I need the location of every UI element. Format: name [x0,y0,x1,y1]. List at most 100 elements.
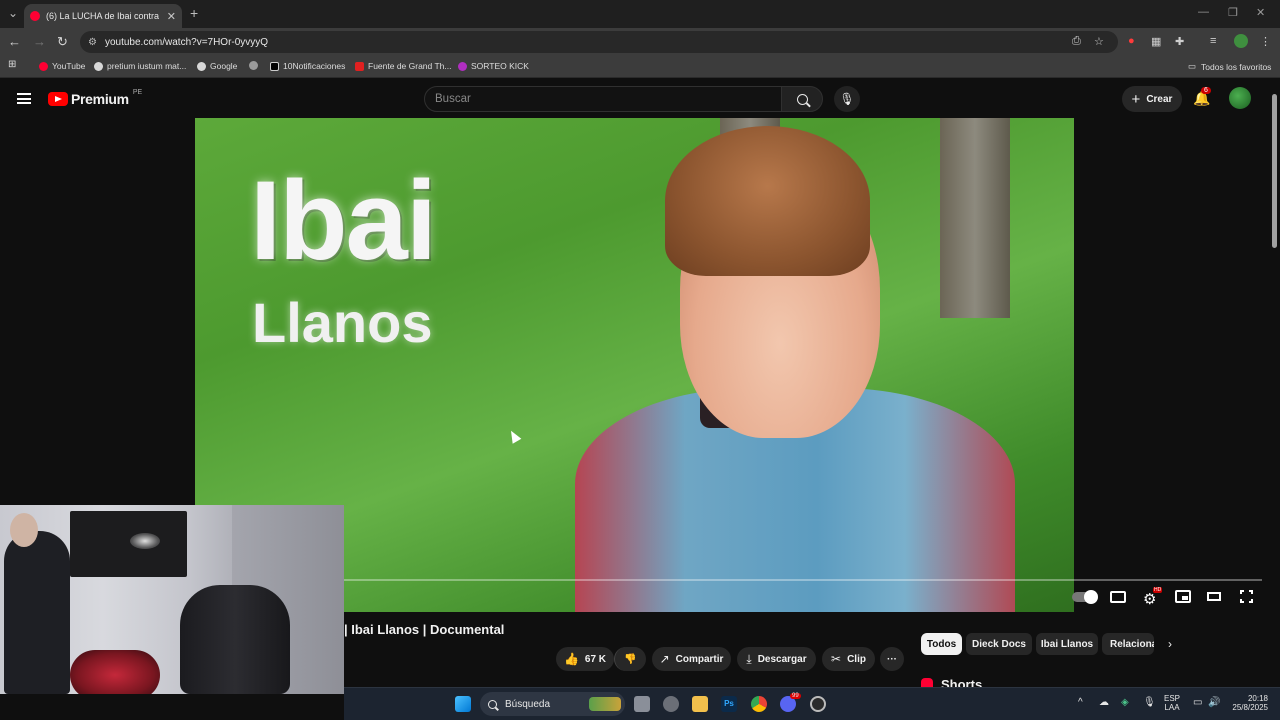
obs-icon[interactable] [810,696,826,712]
chip-todos[interactable]: Todos [921,633,962,655]
onedrive-icon[interactable]: ☁ [1099,697,1109,708]
discord-badge: 99 [790,693,801,699]
plus-icon: + [1131,90,1141,108]
clip-button[interactable]: ✂ Clip [822,647,875,671]
folder-icon: ▭ [1188,61,1197,71]
download-icon: ⤓ [746,651,752,666]
font-icon [355,61,364,71]
task-view-icon[interactable] [634,696,650,712]
chip-relacionados[interactable]: Relacionados [1102,633,1154,655]
bookmark-globe[interactable] [249,61,262,70]
close-tab-icon[interactable]: ✕ [167,10,176,23]
search-button[interactable] [781,86,823,112]
miniplayer-icon[interactable] [1175,590,1191,603]
share-button[interactable]: ↗ Compartir [652,647,731,671]
extension-icon[interactable]: ▦ [1151,35,1161,48]
bookmark-sorteo-kick[interactable]: SORTEO KICK [458,61,529,71]
extension-red-icon[interactable]: ● [1128,35,1135,47]
account-avatar[interactable] [1229,87,1251,109]
like-button[interactable]: 👍 67 K [556,647,614,671]
language-indicator[interactable]: ESP LAA [1164,694,1180,712]
logo-word: Premium [71,91,129,107]
new-tab-icon[interactable]: + [190,5,198,21]
browser-tab-bar: ⌄ (6) La LUCHA de Ibai contra su ✕ + — ❐… [0,0,1280,28]
webcam-tv [70,511,187,577]
browser-toolbar: ← → ↻ ⚙ youtube.com/watch?v=7HOr-0yvyyQ … [0,28,1280,56]
all-bookmarks-folder[interactable]: ▭ Todos los favoritos [1188,61,1271,72]
chip-ibai-llanos[interactable]: Ibai Llanos [1036,633,1098,655]
apps-grid-icon[interactable]: ⊞ [8,59,16,70]
chrome-icon[interactable] [751,696,767,712]
bookmark-youtube[interactable]: YouTube [39,61,85,71]
youtube-premium-logo[interactable]: Premium PE [48,88,143,107]
webcam-gaming-chair [180,585,290,694]
autoplay-toggle[interactable] [1072,590,1098,604]
page-scrollbar[interactable] [1272,94,1277,248]
media-control-icon[interactable]: ≡ [1210,35,1216,47]
file-explorer-icon[interactable] [692,696,708,712]
tree-trunk [940,118,1010,318]
photoshop-icon[interactable]: Ps [721,696,737,712]
child-hair [665,126,870,276]
webcam-microphone [70,650,160,694]
minimize-icon[interactable]: — [1198,6,1209,18]
video-overlay-subtitle: Llanos [252,291,433,354]
security-icon[interactable]: ◈ [1121,697,1129,708]
url-text: youtube.com/watch?v=7HOr-0yvyyQ [104,36,269,48]
sorteo-icon [458,61,467,71]
volume-icon[interactable]: 🔊 [1208,697,1220,708]
browser-tab[interactable]: (6) La LUCHA de Ibai contra su ✕ [24,4,182,28]
notifications-button[interactable]: 🔔 6 [1193,87,1211,107]
back-icon[interactable]: ← [8,34,21,49]
bookmark-fuente[interactable]: Fuente de Grand Th... [355,61,451,71]
bookmark-google[interactable]: Google [197,61,237,71]
app-icon[interactable] [663,696,679,712]
chip-dieck-docs[interactable]: Dieck Docs [966,633,1032,655]
video-progress-bar[interactable] [344,579,1262,581]
google-icon [94,61,103,71]
thumbs-up-icon: 👍 [563,652,579,666]
hamburger-menu-icon[interactable] [17,93,31,104]
windows-start-icon[interactable] [455,696,471,712]
search-icon [796,93,808,105]
maximize-icon[interactable]: ❐ [1228,6,1238,19]
download-button[interactable]: ⤓ Descargar [737,647,816,671]
chevron-right-icon[interactable]: › [1168,637,1172,651]
video-overlay-title: Ibai [250,158,437,283]
close-window-icon[interactable]: ✕ [1256,6,1265,19]
search-icon [488,699,497,709]
subtitles-icon[interactable] [1110,591,1126,603]
hd-badge: HD [1153,587,1163,593]
webcam-overlay [0,505,344,694]
more-actions-button[interactable]: ··· [880,647,904,671]
video-title: | Ibai Llanos | Documental [344,622,505,637]
site-info-icon[interactable]: ⚙ [88,37,97,48]
browser-menu-icon[interactable]: ⋮ [1260,35,1271,48]
forward-icon[interactable]: → [33,34,46,49]
scissors-icon: ✂ [831,652,842,666]
google-icon [197,61,206,71]
install-app-icon[interactable]: ⎙ [1072,35,1081,48]
profile-avatar[interactable] [1234,34,1248,48]
create-button[interactable]: + Crear [1122,86,1182,112]
dislike-button[interactable]: 👎 [614,647,646,671]
mic-tray-icon[interactable]: 🎙 [1143,697,1156,708]
bookmark-pretium[interactable]: pretium iustum mat... [94,61,186,71]
bookmark-star-icon[interactable]: ☆ [1094,35,1104,48]
tab-search-chevron-icon[interactable]: ⌄ [8,6,18,20]
youtube-masthead: Premium PE Buscar 🎙 + Crear 🔔 6 [0,80,1280,118]
display-icon[interactable]: ▭ [1193,697,1202,708]
address-bar[interactable]: ⚙ youtube.com/watch?v=7HOr-0yvyyQ [80,31,1118,53]
fullscreen-icon[interactable] [1239,589,1256,606]
reload-icon[interactable]: ↻ [57,34,68,50]
taskbar-search[interactable]: Búsqueda [480,692,625,716]
thumbs-down-icon: 👎 [624,653,637,665]
region-badge: PE [132,88,143,96]
bookmark-notificaciones[interactable]: 10Notificaciones [270,61,345,71]
voice-search-button[interactable]: 🎙 [834,86,860,112]
search-input[interactable]: Buscar [424,86,782,112]
clock[interactable]: 20:18 25/8/2025 [1226,694,1268,712]
extensions-puzzle-icon[interactable]: ✚ [1175,35,1184,48]
theater-mode-icon[interactable] [1207,592,1221,601]
tray-chevron-icon[interactable]: ^ [1078,697,1083,708]
